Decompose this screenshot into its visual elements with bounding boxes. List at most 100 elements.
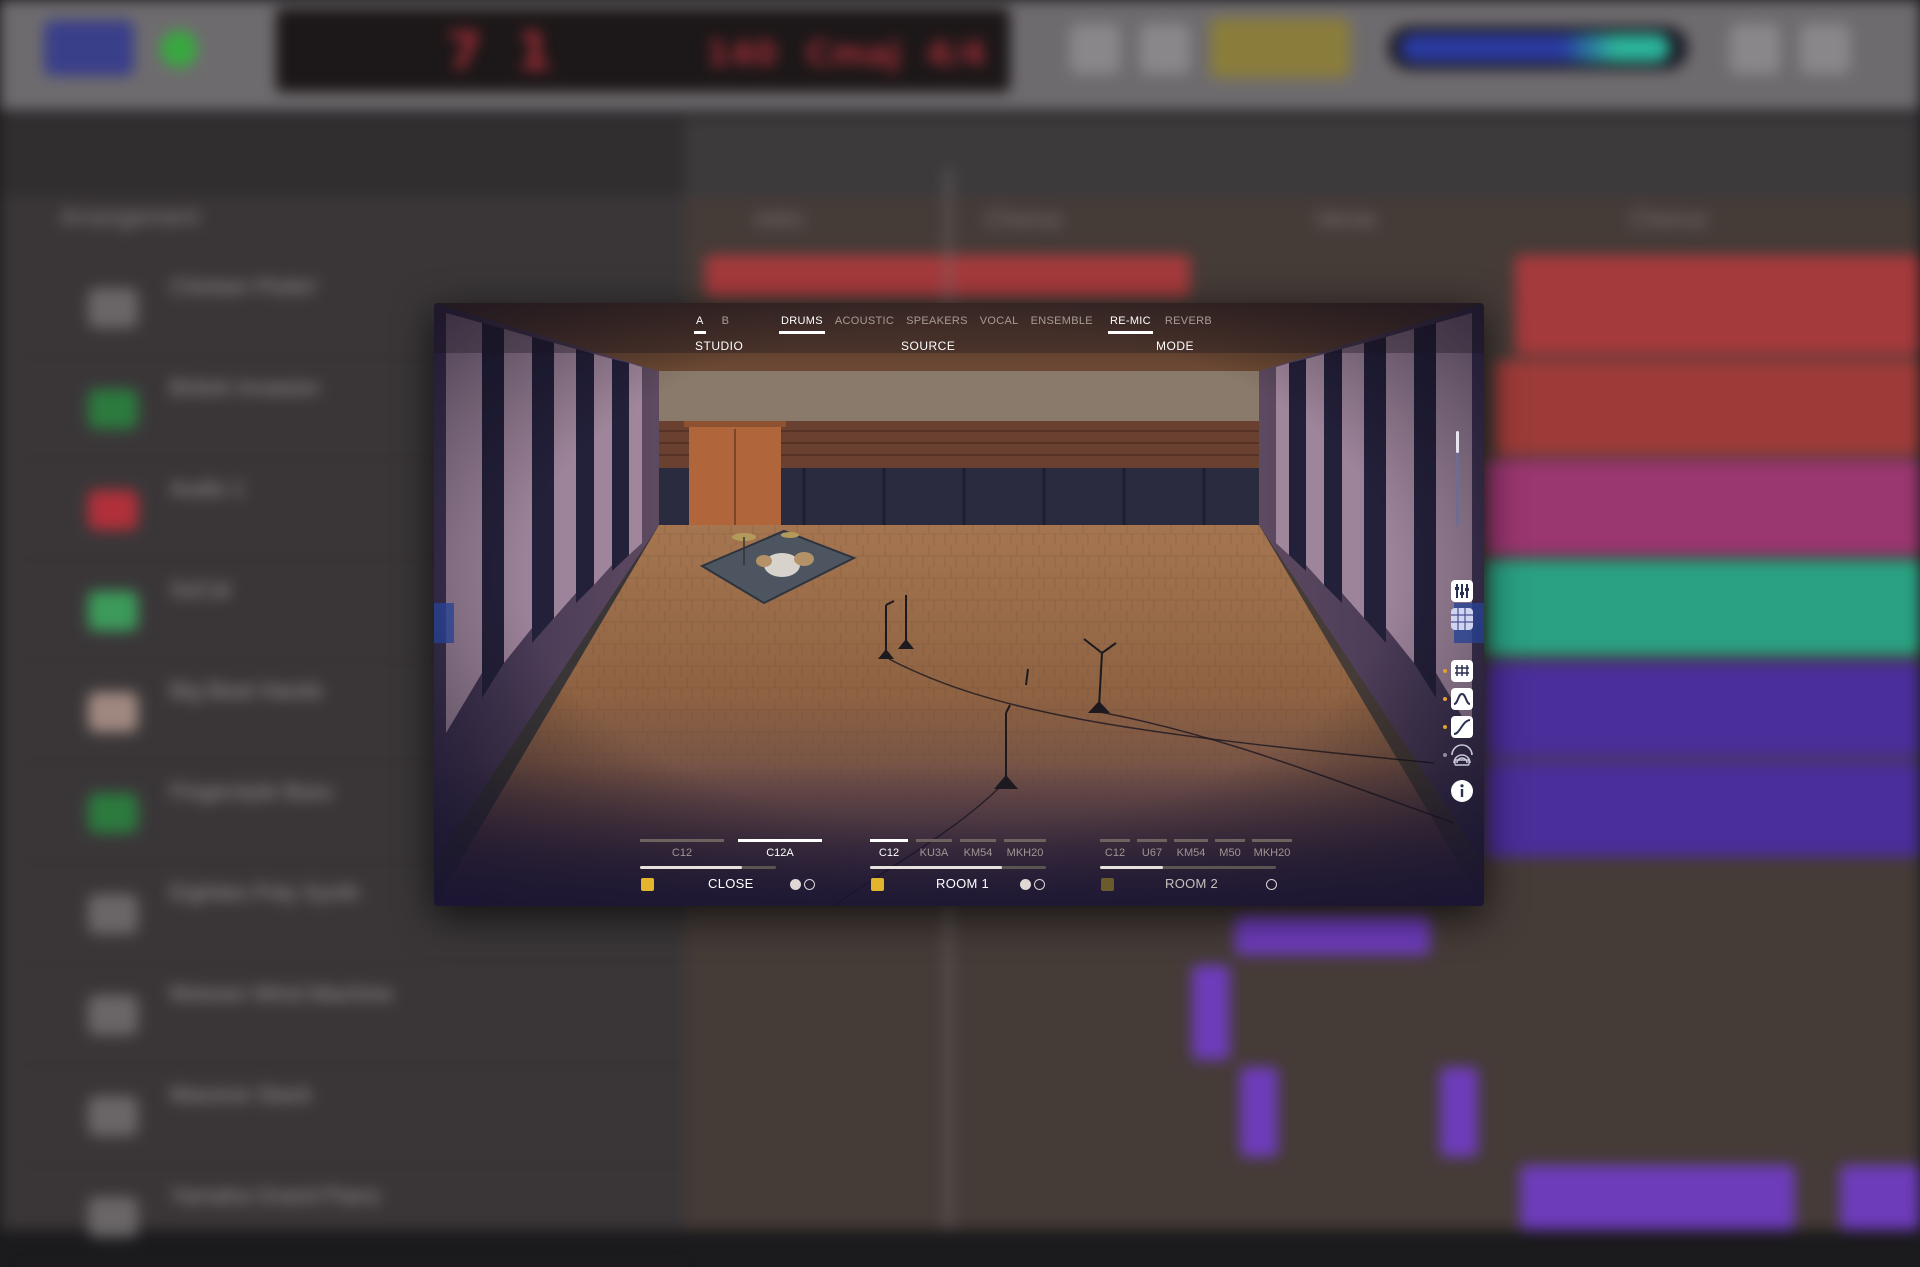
region[interactable] [1515,255,1920,355]
mode-remic-button[interactable]: RE-MIC [1108,315,1153,334]
source-vocal-button[interactable]: VOCAL [978,315,1021,334]
room2-level-fader[interactable] [1100,866,1276,869]
track-instrument-icon [88,389,138,429]
source-selector: DRUMS ACOUSTIC SPEAKERS VOCAL ENSEMBLE [779,315,1095,334]
region[interactable] [1495,360,1920,455]
room2-mic-u67[interactable]: U67 [1137,839,1167,859]
eq-icon[interactable] [1450,659,1474,683]
track-header[interactable]: Massive Stack [20,1066,685,1166]
room1-level-fill [870,866,1002,869]
close-solo-toggle[interactable] [790,879,801,890]
track-instrument-icon [88,288,138,328]
track-instrument-icon [88,894,138,934]
room2-mic-mkh20[interactable]: MKH20 [1252,839,1292,859]
close-mic-selector: C12 C12A [640,839,822,859]
track-name: Audio 1 [170,476,245,501]
level-meter-fill [1456,431,1459,453]
region[interactable] [1840,1165,1920,1230]
room1-solo-toggle[interactable] [1020,879,1031,890]
record-indicator[interactable] [160,30,198,68]
arrangement-marker[interactable]: Chorus [985,206,1062,234]
track-instrument-icon [88,793,138,833]
region[interactable] [1485,560,1920,655]
studio-b-button[interactable]: B [720,315,732,334]
lcd-bars: 7 [446,22,483,82]
close-mic-c12[interactable]: C12 [640,839,724,859]
region[interactable] [1440,1067,1478,1157]
filter-icon[interactable] [1450,687,1474,711]
close-mic-c12a[interactable]: C12A [738,839,822,859]
source-drums-button[interactable]: DRUMS [779,315,825,334]
track-name: Eighties Poly Synth [170,880,360,905]
studio-selector: A B [694,315,731,334]
count-in-button[interactable] [1210,18,1350,78]
room1-mic-km54[interactable]: KM54 [960,839,996,859]
room2-enable-toggle[interactable] [1101,878,1114,891]
region[interactable] [1240,1067,1278,1157]
filter-active-dot [1443,697,1447,701]
track-name: Fingerstyle Bass [170,779,333,804]
studio-label: STUDIO [695,339,744,353]
studio-reverb-plugin-window: A B STUDIO DRUMS ACOUSTIC SPEAKERS VOCAL… [434,303,1484,906]
arrangement-marker[interactable]: Intro [755,206,803,234]
master-volume-fill [1400,34,1670,62]
close-enable-toggle[interactable] [641,878,654,891]
close-mute-toggle[interactable] [804,879,815,890]
lcd-key: Cmaj [806,34,901,74]
track-header-toolbar [0,118,685,196]
studio-room-view[interactable] [434,303,1484,906]
track-instrument-icon [88,1197,138,1237]
region[interactable] [1485,460,1920,555]
track-instrument-icon [88,591,138,631]
room2-mic-km54[interactable]: KM54 [1174,839,1208,859]
room2-mic-c12[interactable]: C12 [1100,839,1130,859]
editor-button[interactable] [1140,24,1190,74]
mode-reverb-button[interactable]: REVERB [1163,315,1214,334]
track-instrument-icon [88,1096,138,1136]
curve-icon[interactable] [1450,715,1474,739]
ruler[interactable] [685,118,1920,198]
source-ensemble-button[interactable]: ENSEMBLE [1029,315,1095,334]
notes-button[interactable] [1730,24,1780,74]
room1-enable-toggle[interactable] [871,878,884,891]
room1-level-fader[interactable] [870,866,1046,869]
reverb-dot [1443,753,1447,757]
play-button[interactable] [44,20,134,76]
region[interactable] [1235,915,1430,955]
track-instrument-icon [88,995,138,1035]
region[interactable] [1520,1165,1795,1230]
loops-button[interactable] [1800,24,1850,74]
reverb-icon[interactable] [1450,743,1474,767]
source-acoustic-button[interactable]: ACOUSTIC [833,315,896,334]
track-name: Motown Wind Machine [170,981,393,1006]
source-speakers-button[interactable]: SPEAKERS [904,315,970,334]
grid-icon[interactable] [1450,607,1474,631]
arrangement-marker[interactable]: Chorus [1630,206,1707,234]
lcd-tempo: 140 [706,34,777,74]
library-button[interactable] [1070,24,1120,74]
close-level-fader[interactable] [640,866,776,869]
room2-mute-toggle[interactable] [1266,879,1277,890]
region[interactable] [1485,662,1920,757]
studio-a-button[interactable]: A [694,315,706,334]
room1-mic-c12[interactable]: C12 [870,839,908,859]
track-header[interactable]: Motown Wind Machine [20,965,685,1065]
room2-mic-m50[interactable]: M50 [1215,839,1245,859]
arrangement-marker[interactable]: Verse [1315,206,1376,234]
room1-mic-ku3a[interactable]: KU3A [916,839,952,859]
source-label: SOURCE [901,339,956,353]
close-channel-label: CLOSE [708,876,754,891]
mixer-icon[interactable] [1450,579,1474,603]
region[interactable] [1485,762,1920,857]
level-meter [1456,431,1459,527]
room2-level-fill [1100,866,1164,869]
track-name: Yamaha Grand Piano [170,1183,380,1208]
track-header[interactable]: Yamaha Grand Piano [20,1167,685,1267]
room1-mic-mkh20[interactable]: MKH20 [1004,839,1046,859]
track-name: Chicken Pickin' [170,274,319,299]
room1-mute-toggle[interactable] [1034,879,1045,890]
curve-active-dot [1443,725,1447,729]
region[interactable] [1192,965,1230,1060]
eq-active-dot [1443,669,1447,673]
info-icon[interactable] [1450,779,1474,803]
